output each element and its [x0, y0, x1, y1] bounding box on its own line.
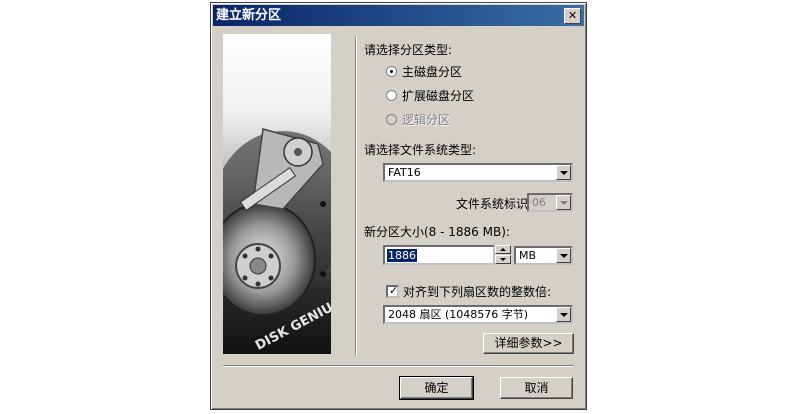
title-bar: 建立新分区 ✕	[213, 5, 584, 26]
filesystem-id-select: 06	[527, 193, 573, 212]
filesystem-type-value: FAT16	[388, 166, 421, 179]
align-sector-select[interactable]: 2048 扇区 (1048576 字节)	[383, 305, 573, 324]
chevron-down-icon[interactable]	[556, 248, 571, 263]
partition-size-label: 新分区大小(8 - 1886 MB):	[364, 225, 510, 239]
ok-button[interactable]: 确定	[399, 376, 474, 400]
cancel-button[interactable]: 取消	[500, 377, 573, 399]
chevron-down-icon[interactable]	[556, 307, 571, 322]
checkmark-icon: ✓	[389, 284, 399, 297]
align-checkbox[interactable]: ✓	[386, 285, 399, 298]
vertical-divider	[355, 37, 357, 355]
partition-size-value: 1886	[387, 249, 417, 262]
filesystem-type-select[interactable]: FAT16	[383, 163, 573, 182]
radio-primary-partition[interactable]	[386, 66, 397, 77]
partition-size-spinner[interactable]	[495, 245, 511, 265]
align-label: 对齐到下列扇区数的整数倍:	[403, 285, 552, 299]
window-title: 建立新分区	[216, 8, 282, 23]
details-button[interactable]: 详细参数>>	[483, 333, 574, 354]
filesystem-id-label: 文件系统标识:	[456, 197, 533, 211]
size-unit-select[interactable]: MB	[514, 246, 573, 265]
radio-logical-partition	[386, 114, 397, 125]
logical-partition-label: 逻辑分区	[402, 113, 451, 127]
primary-partition-label: 主磁盘分区	[402, 65, 463, 79]
spin-down-icon[interactable]	[495, 255, 511, 264]
horizontal-divider	[223, 365, 574, 367]
spin-up-icon[interactable]	[495, 245, 511, 254]
new-partition-dialog: 建立新分区 ✕ DISK GENIUS 请选择分区类型: 主磁盘分区 扩展磁盘分…	[210, 2, 587, 410]
align-sector-value: 2048 扇区 (1048576 字节)	[388, 308, 529, 321]
disk-genius-artwork: DISK GENIUS	[223, 34, 331, 354]
filesystem-type-label: 请选择文件系统类型:	[364, 143, 477, 157]
extended-partition-label: 扩展磁盘分区	[402, 89, 475, 103]
partition-type-label: 请选择分区类型:	[364, 43, 453, 57]
radio-extended-partition[interactable]	[386, 90, 397, 101]
partition-size-input[interactable]: 1886	[383, 245, 495, 265]
close-icon: ✕	[567, 9, 578, 22]
close-button[interactable]: ✕	[564, 8, 581, 24]
chevron-down-icon[interactable]	[556, 165, 571, 180]
chevron-down-icon	[556, 195, 571, 210]
hard-disk-illustration: DISK GENIUS	[223, 128, 331, 354]
size-unit-value: MB	[519, 249, 537, 262]
filesystem-id-value: 06	[532, 196, 546, 209]
